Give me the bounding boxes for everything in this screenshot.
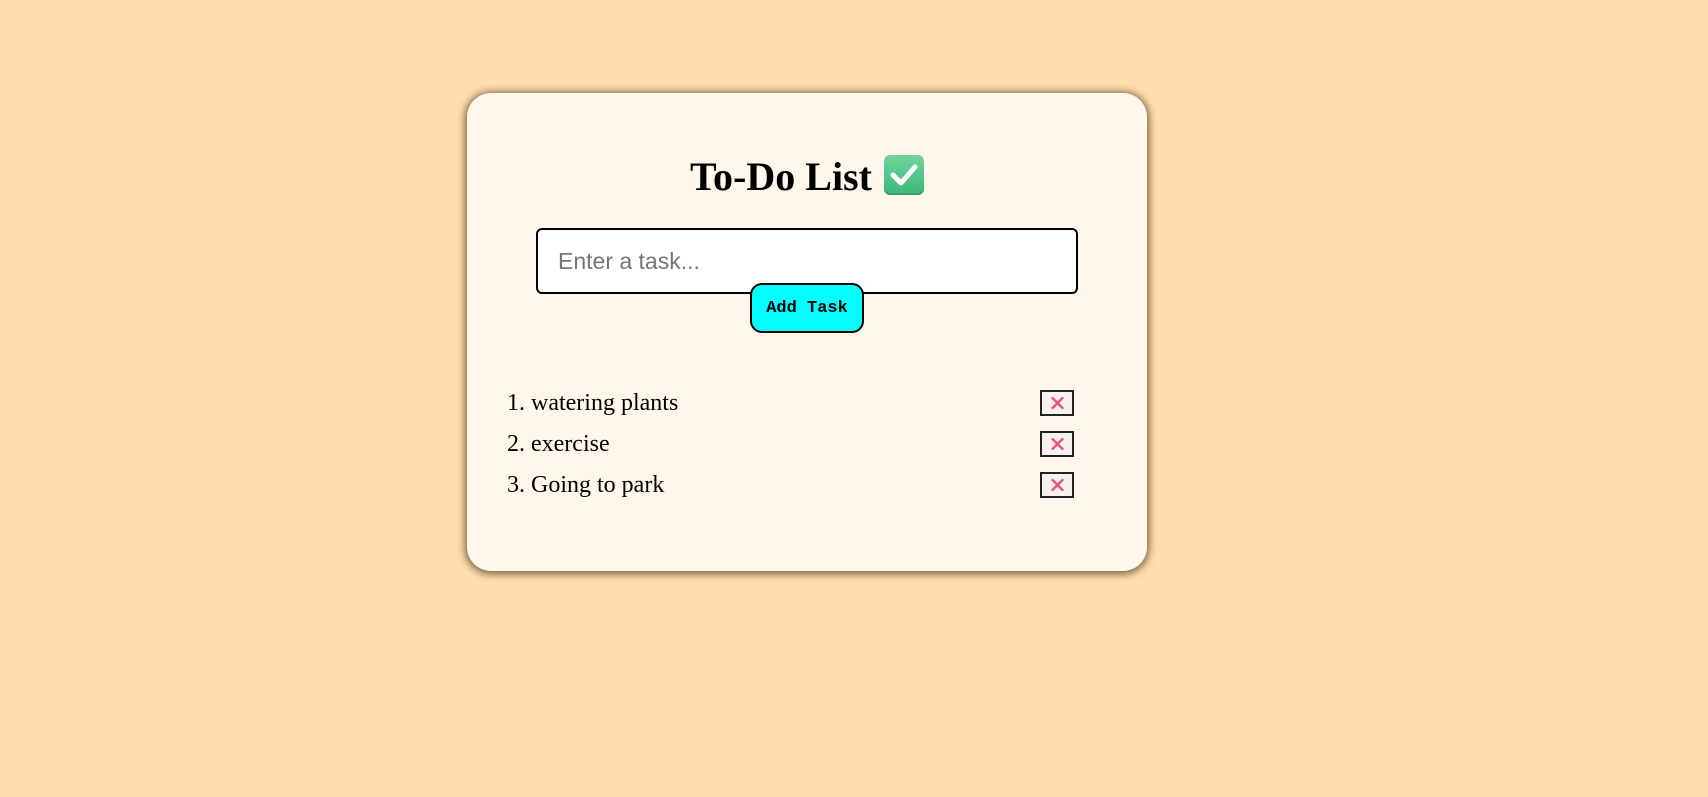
task-label: watering plants [531,390,679,416]
close-icon [1051,438,1064,450]
task-list: 1. watering plants 2. exercise 3. Going … [507,383,1107,506]
delete-task-button[interactable] [1040,472,1074,498]
task-text: 2. exercise [507,424,610,465]
page-title: To-Do List [467,153,1147,201]
task-label: Going to park [531,472,665,498]
close-icon [1051,479,1064,491]
task-item: 3. Going to park [507,465,1107,506]
add-task-button[interactable]: Add Task [750,283,864,333]
check-mark-icon [883,155,924,195]
delete-task-button[interactable] [1040,431,1074,457]
task-item: 1. watering plants [507,383,1107,424]
close-icon [1051,397,1064,409]
todo-card: To-Do List Add Task 1. watering plants 2… [467,93,1147,571]
task-text: 3. Going to park [507,465,664,506]
task-item: 2. exercise [507,424,1107,465]
task-text: 1. watering plants [507,383,678,424]
delete-task-button[interactable] [1040,390,1074,416]
task-number: 3. [507,472,525,498]
task-number: 2. [507,431,525,457]
title-text: To-Do List [690,154,872,199]
task-number: 1. [507,390,525,416]
task-label: exercise [531,431,610,457]
